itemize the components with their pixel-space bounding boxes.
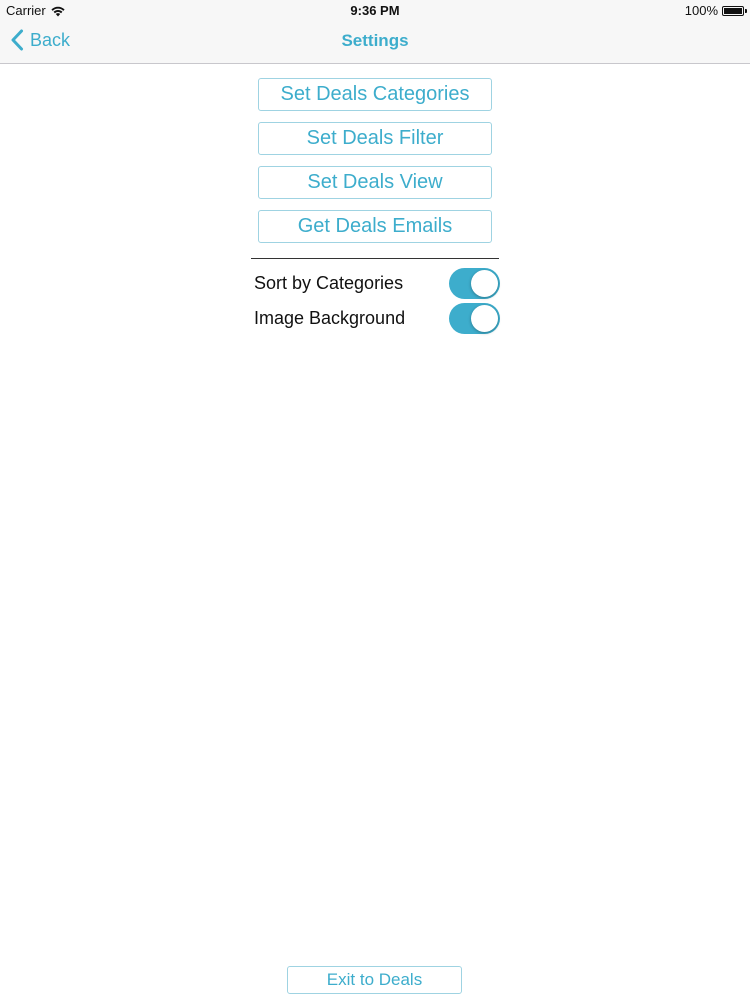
image-background-row: Image Background bbox=[254, 301, 500, 335]
exit-to-deals-button[interactable]: Exit to Deals bbox=[287, 966, 462, 994]
battery-percentage: 100% bbox=[684, 3, 718, 18]
set-deals-categories-button[interactable]: Set Deals Categories bbox=[258, 78, 492, 111]
section-divider bbox=[251, 258, 499, 259]
page-title: Settings bbox=[341, 31, 409, 50]
status-right: 100% bbox=[684, 3, 747, 18]
image-background-label: Image Background bbox=[254, 307, 406, 328]
battery-fill bbox=[724, 7, 742, 14]
image-background-switch[interactable] bbox=[449, 302, 500, 334]
settings-button-list: Set Deals Categories Set Deals Filter Se… bbox=[258, 78, 492, 254]
set-deals-filter-button[interactable]: Set Deals Filter bbox=[258, 122, 492, 155]
sort-by-categories-switch[interactable] bbox=[449, 267, 500, 299]
battery-icon bbox=[722, 5, 747, 16]
get-deals-emails-button[interactable]: Get Deals Emails bbox=[258, 210, 492, 243]
sort-by-categories-row: Sort by Categories bbox=[254, 266, 500, 300]
sort-by-categories-label: Sort by Categories bbox=[254, 272, 404, 293]
switch-knob bbox=[471, 304, 498, 332]
navigation-bar: Back Settings bbox=[0, 20, 750, 64]
switch-knob bbox=[471, 269, 498, 297]
set-deals-view-button[interactable]: Set Deals View bbox=[258, 166, 492, 199]
settings-screen: Carrier 9:36 PM 100% Back Settings Set D… bbox=[0, 0, 750, 1000]
status-time: 9:36 PM bbox=[350, 3, 400, 18]
status-bar: Carrier 9:36 PM 100% bbox=[0, 0, 750, 20]
